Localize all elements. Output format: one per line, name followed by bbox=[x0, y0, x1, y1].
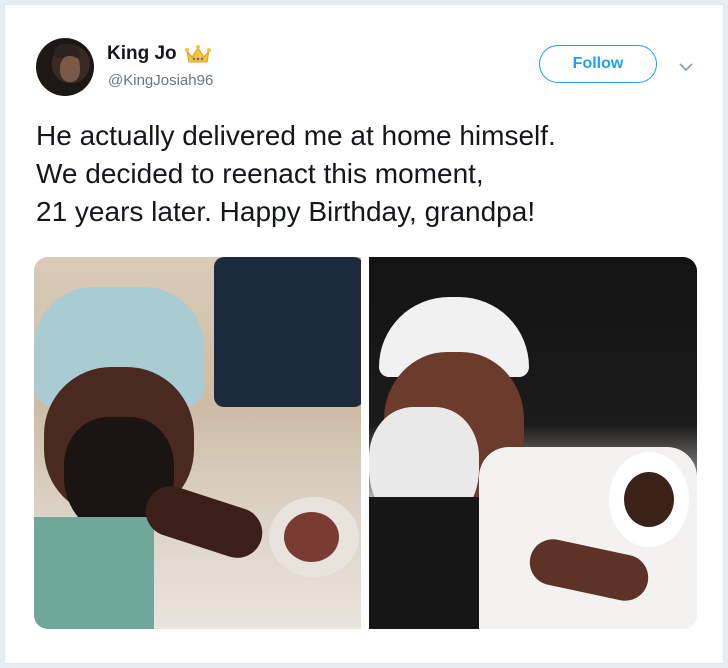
grandson-face-shape bbox=[624, 472, 674, 527]
tweet-card: King Jo @KingJosiah96 Follow He actually… bbox=[4, 4, 724, 664]
tweet-text-line: 21 years later. Happy Birthday, grandpa! bbox=[36, 196, 536, 227]
photo-grandpa-with-newborn-1997[interactable] bbox=[34, 257, 361, 629]
hand-shape bbox=[139, 479, 269, 565]
pillow-shape bbox=[214, 257, 361, 407]
tweet-text-line: We decided to reenact this moment, bbox=[36, 158, 484, 189]
author-display-name[interactable]: King Jo bbox=[107, 43, 177, 65]
author-name-row: King Jo bbox=[107, 43, 211, 65]
newborn-shape bbox=[284, 512, 339, 562]
tweet-text-line: He actually delivered me at home himself… bbox=[36, 120, 556, 151]
scrubs-shape bbox=[34, 517, 154, 629]
follow-button[interactable]: Follow bbox=[539, 45, 657, 83]
chevron-down-icon[interactable] bbox=[679, 59, 693, 72]
crown-icon bbox=[184, 43, 211, 65]
photo-grandpa-with-grandson-reenactment[interactable] bbox=[369, 257, 697, 629]
tweet-text: He actually delivered me at home himself… bbox=[36, 117, 696, 231]
user-avatar[interactable] bbox=[36, 38, 94, 96]
avatar-face bbox=[60, 56, 80, 82]
author-handle[interactable]: @KingJosiah96 bbox=[108, 72, 213, 89]
